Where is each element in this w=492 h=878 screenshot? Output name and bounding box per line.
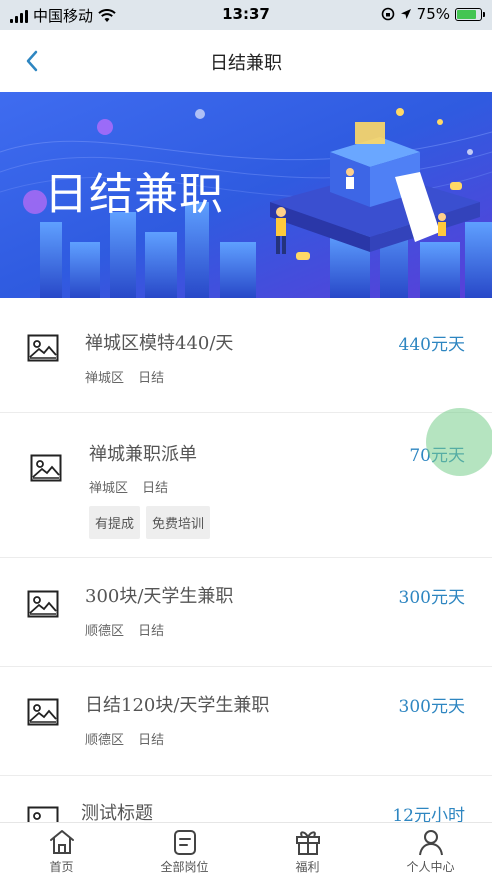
job-title: 禅城兼职派单 bbox=[89, 444, 197, 465]
tab-label: 首页 bbox=[49, 860, 74, 874]
image-placeholder-icon bbox=[27, 698, 59, 726]
tab-benefits[interactable]: 福利 bbox=[246, 823, 369, 878]
job-district: 顺德区 bbox=[85, 624, 125, 639]
tab-home[interactable]: 首页 bbox=[0, 823, 123, 878]
status-bar: 中国移动 13:37 75% bbox=[0, 0, 492, 30]
job-pay-type: 日结 bbox=[138, 371, 165, 386]
job-meta: 顺德区 日结 bbox=[85, 729, 174, 748]
list-item[interactable]: 日结120块/天学生兼职 顺德区 日结 300元天 bbox=[0, 667, 492, 776]
image-placeholder-icon bbox=[30, 454, 62, 482]
job-pay: 300元天 bbox=[398, 588, 465, 608]
job-list: 禅城区模特440/天 禅城区 日结 440元天 禅城兼职派单 禅城区 日结 有提… bbox=[0, 298, 492, 824]
tab-label: 福利 bbox=[295, 860, 320, 874]
nav-bar: 日结兼职 bbox=[0, 30, 492, 92]
job-district: 禅城区 bbox=[89, 481, 129, 496]
job-title: 日结120块/天学生兼职 bbox=[85, 695, 270, 716]
tab-label: 全部岗位 bbox=[160, 860, 209, 874]
battery-icon bbox=[455, 7, 485, 21]
banner-title: 日结兼职 bbox=[44, 169, 224, 220]
job-meta: 顺德区 日结 bbox=[85, 620, 174, 639]
status-right: 75% bbox=[381, 5, 485, 23]
job-district: 顺德区 bbox=[85, 733, 125, 748]
job-tags: 有提成 免费培训 bbox=[89, 506, 211, 539]
list-item[interactable]: 禅城兼职派单 禅城区 日结 有提成 免费培训 70元天 bbox=[0, 413, 492, 558]
job-pay: 440元天 bbox=[398, 335, 465, 355]
tab-bar: 首页 全部岗位 福利 个人中心 bbox=[0, 822, 492, 878]
job-title: 测试标题 bbox=[81, 803, 153, 824]
job-pay: 12元小时 bbox=[392, 806, 465, 824]
job-tag: 有提成 bbox=[89, 506, 141, 539]
list-item[interactable]: 禅城区模特440/天 禅城区 日结 440元天 bbox=[0, 298, 492, 413]
job-meta: 禅城区 日结 bbox=[89, 477, 178, 496]
job-pay-type: 日结 bbox=[138, 624, 165, 639]
job-district: 禅城区 bbox=[85, 371, 125, 386]
job-tag: 免费培训 bbox=[146, 506, 211, 539]
job-pay-type: 日结 bbox=[142, 481, 169, 496]
job-pay: 300元天 bbox=[398, 697, 465, 717]
home-icon bbox=[49, 830, 74, 854]
job-title: 禅城区模特440/天 bbox=[85, 333, 234, 354]
banner[interactable]: 日结兼职 bbox=[0, 92, 492, 298]
image-placeholder-icon bbox=[27, 590, 59, 618]
tab-label: 个人中心 bbox=[406, 860, 455, 874]
job-meta: 禅城区 日结 bbox=[85, 367, 174, 386]
gift-icon bbox=[295, 831, 320, 855]
list-item[interactable]: 300块/天学生兼职 顺德区 日结 300元天 bbox=[0, 558, 492, 667]
tab-all-jobs[interactable]: 全部岗位 bbox=[123, 823, 246, 878]
page-title: 日结兼职 bbox=[210, 53, 282, 74]
battery-percent: 75% bbox=[416, 5, 450, 23]
image-placeholder-icon bbox=[27, 334, 59, 362]
job-title: 300块/天学生兼职 bbox=[85, 586, 234, 607]
location-icon bbox=[400, 9, 411, 19]
user-icon bbox=[418, 830, 443, 856]
list-item[interactable]: 测试标题 12元小时 bbox=[0, 776, 492, 824]
job-pay-type: 日结 bbox=[138, 733, 165, 748]
job-pay: 70元天 bbox=[409, 446, 465, 466]
tab-profile[interactable]: 个人中心 bbox=[369, 823, 492, 878]
list-icon bbox=[173, 830, 196, 855]
rotation-lock-icon bbox=[381, 7, 394, 21]
